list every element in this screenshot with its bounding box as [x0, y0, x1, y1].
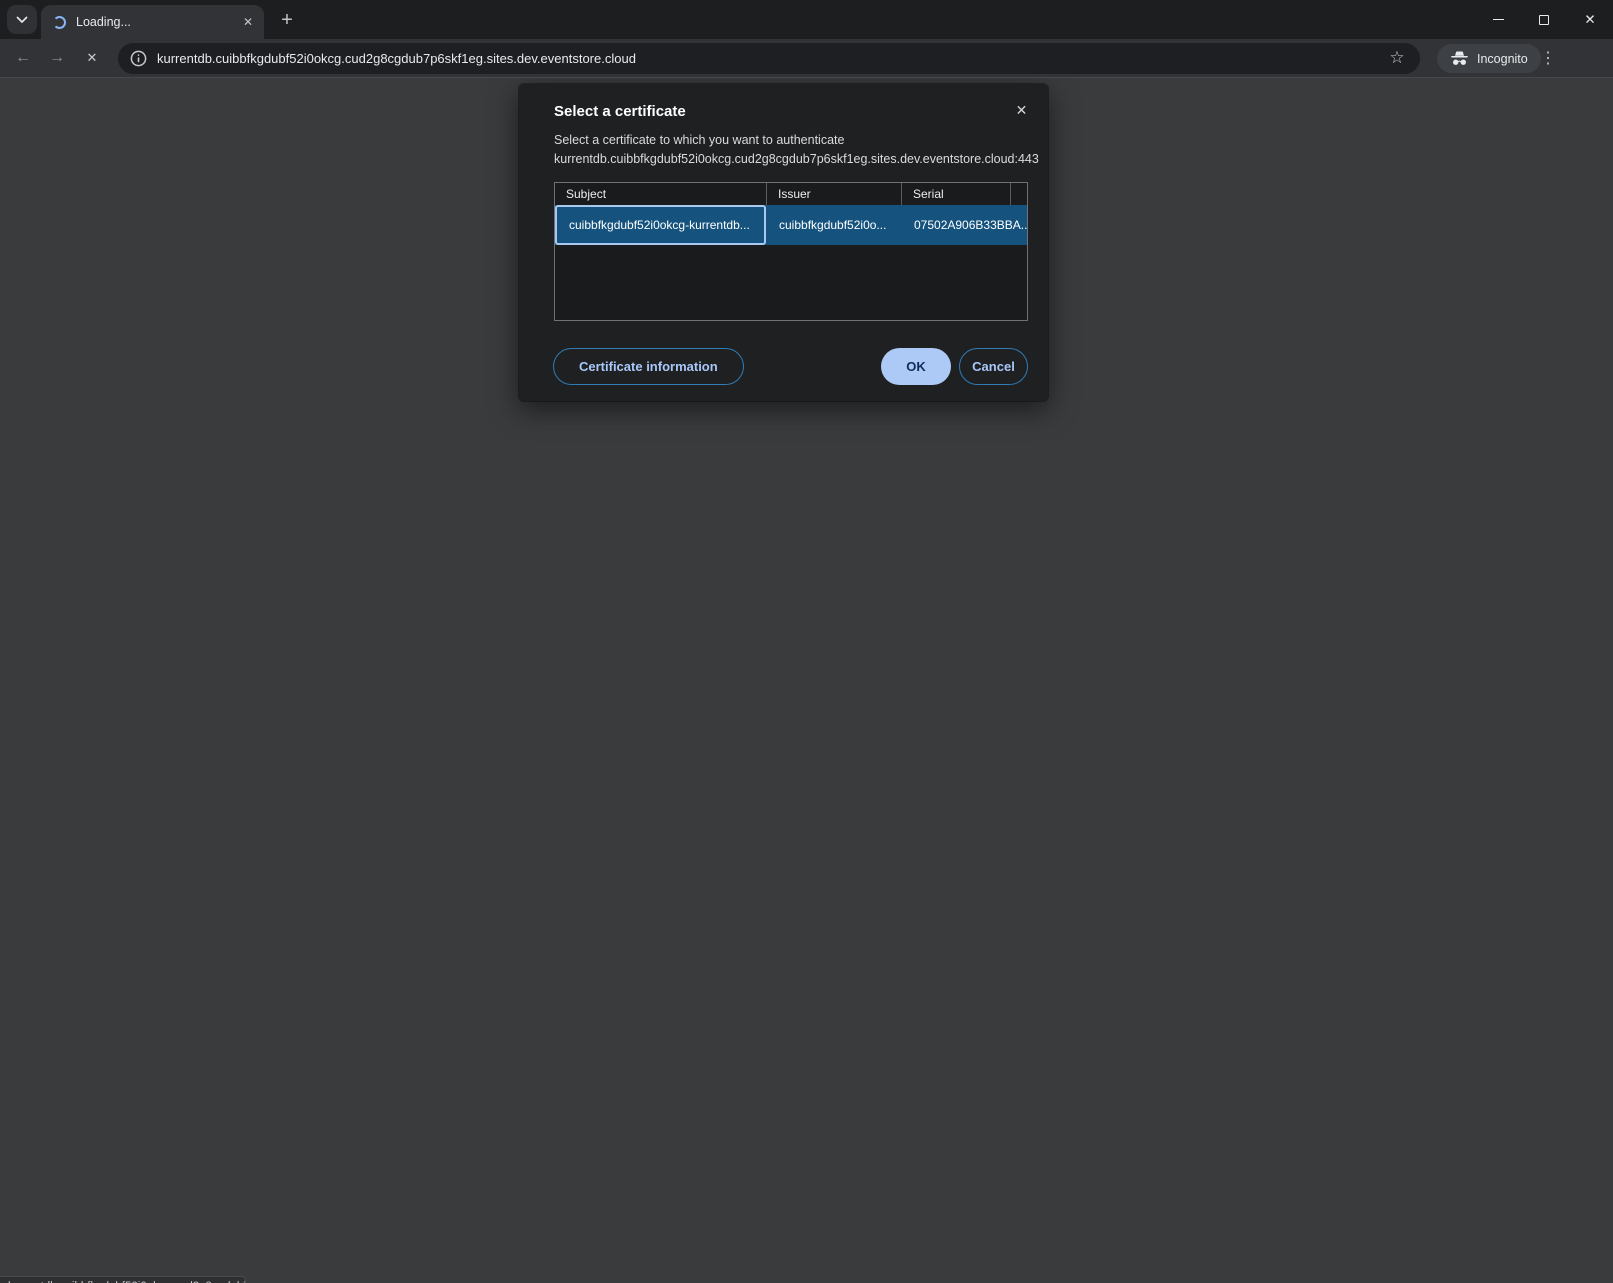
column-header-subject: Subject — [555, 183, 766, 205]
ok-button[interactable]: OK — [881, 348, 951, 385]
chevron-down-icon — [16, 16, 28, 24]
browser-menu-icon[interactable]: ⋮ — [1534, 44, 1562, 72]
tab-search-button[interactable] — [7, 5, 37, 34]
url-text: kurrentdb.cuibbfkgdubf52i0okcg.cud2g8cgd… — [157, 51, 636, 66]
new-tab-button[interactable]: + — [274, 7, 300, 33]
incognito-badge: Incognito — [1437, 44, 1541, 73]
dialog-title: Select a certificate — [554, 103, 686, 120]
maximize-icon — [1539, 15, 1549, 25]
certificate-table: Subject Issuer Serial cuibbfkgdubf52i0ok… — [554, 182, 1028, 321]
stop-loading-button[interactable]: ✕ — [78, 44, 106, 72]
forward-button[interactable]: → — [43, 44, 71, 72]
loading-spinner-icon — [53, 16, 66, 29]
titlebar: Loading... ✕ + ✕ — [0, 0, 1613, 39]
column-header-filler — [1010, 183, 1027, 205]
incognito-label: Incognito — [1477, 52, 1528, 66]
minimize-button[interactable] — [1475, 0, 1521, 39]
certificate-subject: cuibbfkgdubf52i0okcg-kurrentdb... — [555, 205, 766, 245]
page-content: Select a certificate ✕ Select a certific… — [0, 78, 1613, 1283]
dialog-description: Select a certificate to which you want t… — [554, 133, 844, 147]
back-button[interactable]: ← — [9, 44, 37, 72]
browser-toolbar: ← → ✕ kurrentdb.cuibbfkgdubf52i0okcg.cud… — [0, 39, 1613, 78]
tab-loading[interactable]: Loading... ✕ — [41, 5, 264, 39]
certificate-information-button[interactable]: Certificate information — [553, 348, 744, 385]
tab-title: Loading... — [76, 15, 239, 29]
tab-close-icon[interactable]: ✕ — [239, 13, 257, 31]
certificate-row-selected[interactable]: cuibbfkgdubf52i0okcg-kurrentdb... cuibbf… — [555, 205, 1027, 245]
address-bar[interactable]: kurrentdb.cuibbfkgdubf52i0okcg.cud2g8cgd… — [118, 43, 1420, 74]
bookmark-star-icon[interactable]: ☆ — [1383, 44, 1411, 72]
status-bar: kurrentdb.cuibbfkgdubf52i0okcg.cud2g8cgd… — [0, 1276, 246, 1283]
column-header-serial: Serial — [901, 183, 1010, 205]
dialog-close-icon[interactable]: ✕ — [1012, 101, 1031, 120]
site-info-icon[interactable] — [130, 50, 147, 67]
certificate-table-header: Subject Issuer Serial — [555, 183, 1027, 205]
minimize-icon — [1493, 19, 1504, 20]
certificate-serial: 07502A906B33BBA... — [901, 205, 1027, 245]
window-controls: ✕ — [1475, 0, 1613, 39]
certificate-issuer: cuibbfkgdubf52i0o... — [766, 205, 901, 245]
cancel-button[interactable]: Cancel — [959, 348, 1028, 385]
maximize-button[interactable] — [1521, 0, 1567, 39]
incognito-icon — [1450, 51, 1469, 66]
dialog-host: kurrentdb.cuibbfkgdubf52i0okcg.cud2g8cgd… — [554, 152, 1039, 166]
column-header-issuer: Issuer — [766, 183, 901, 205]
certificate-dialog: Select a certificate ✕ Select a certific… — [519, 84, 1048, 401]
close-window-button[interactable]: ✕ — [1567, 0, 1613, 39]
